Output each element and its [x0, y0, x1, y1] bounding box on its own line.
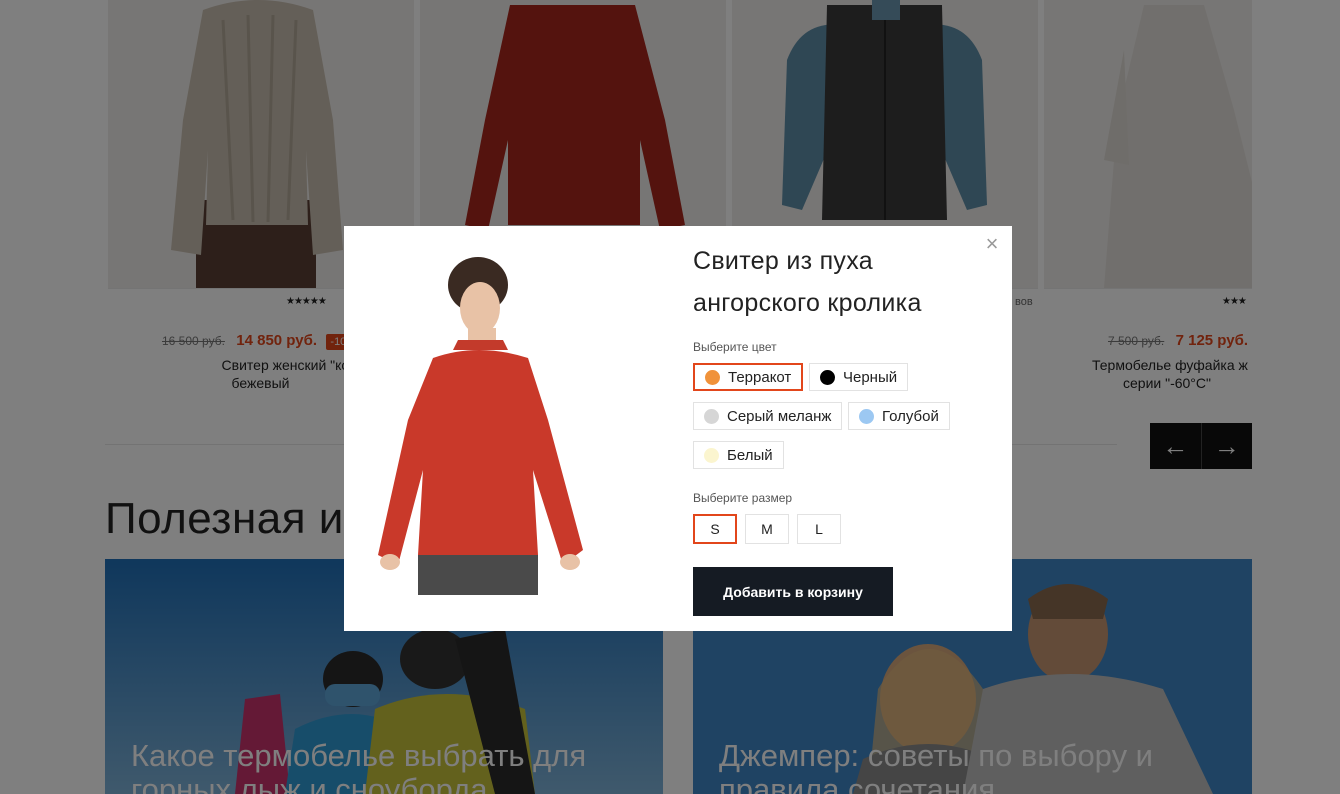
color-swatch-icon: [704, 408, 719, 424]
color-option-terracotta[interactable]: Терракот: [693, 363, 804, 391]
add-to-cart-button[interactable]: Добавить в корзину: [693, 567, 893, 616]
color-option-black[interactable]: Черный: [809, 363, 909, 391]
color-swatch-icon: [705, 369, 720, 385]
color-option-white[interactable]: Белый: [693, 441, 784, 469]
color-swatch-icon: [704, 447, 719, 463]
size-option-s[interactable]: S: [693, 514, 737, 544]
color-option-label: Терракот: [728, 368, 792, 386]
color-option-gray-melange[interactable]: Серый меланж: [693, 402, 843, 430]
product-title: Свитер из пуха ангорского кролика: [693, 240, 993, 324]
color-swatch-icon: [859, 408, 874, 424]
color-option-label: Серый меланж: [727, 407, 832, 425]
page: ★★★★★ 16 500 руб. 14 850 руб. -10 Свитер…: [0, 0, 1340, 794]
color-option-label: Белый: [727, 446, 773, 464]
product-title-line2: ангорского кролика: [693, 289, 922, 317]
color-option-label: Черный: [843, 368, 898, 386]
color-option-label: Голубой: [882, 407, 939, 425]
product-title-line1: Свитер из пуха: [693, 247, 873, 275]
product-image: [378, 250, 618, 595]
size-label: Выберите размер: [693, 491, 793, 505]
color-label: Выберите цвет: [693, 340, 777, 354]
color-option-light-blue[interactable]: Голубой: [848, 402, 950, 430]
size-option-l[interactable]: L: [797, 514, 841, 544]
size-option-m[interactable]: M: [745, 514, 789, 544]
color-swatch-icon: [820, 369, 835, 385]
quick-view-modal: × Свитер из пуха ангорского кролика Выбе…: [344, 226, 1012, 631]
